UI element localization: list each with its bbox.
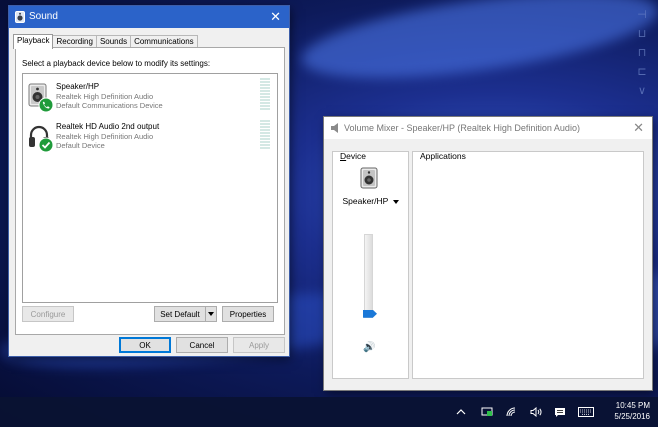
instruction-text: Select a playback device below to modify… — [22, 59, 211, 68]
device-driver: Realtek High Definition Audio — [56, 132, 154, 141]
device-selector-label: Speaker/HP — [342, 196, 389, 206]
device-status: Default Device — [56, 141, 105, 150]
network-icon[interactable] — [478, 397, 496, 427]
device-selector[interactable]: Speaker/HP — [333, 196, 408, 206]
applications-header: Applications — [420, 151, 466, 161]
sound-dialog: Sound ✕ Playback Recording Sounds Commun… — [9, 6, 289, 356]
volume-icon[interactable] — [527, 397, 545, 427]
device-name: Speaker/HP — [56, 82, 100, 91]
configure-button[interactable]: Configure — [22, 306, 74, 322]
wallpaper-decoration: ⊣ ⊔ ⊓ ⊏ ∨ — [637, 9, 647, 97]
level-meter — [260, 78, 270, 111]
device-header: Device — [340, 151, 366, 161]
speaker-icon — [28, 83, 54, 113]
device-driver: Realtek High Definition Audio — [56, 92, 154, 101]
device-status: Default Communications Device — [56, 101, 163, 110]
device-list[interactable]: Speaker/HP Realtek High Definition Audio… — [22, 73, 278, 303]
mixer-body: Device Speaker/HP 🔊 Applications — [332, 151, 644, 379]
chevron-down-icon — [392, 199, 399, 204]
speaker-device-icon[interactable] — [360, 167, 378, 189]
taskbar-clock[interactable]: 10:45 PM 5/25/2016 — [614, 400, 650, 422]
check-badge — [38, 137, 54, 153]
action-center-icon[interactable] — [551, 397, 569, 427]
wallpaper-light-streak — [296, 0, 658, 95]
volume-mixer-window: Volume Mixer - Speaker/HP (Realtek High … — [324, 117, 652, 390]
sound-title: Sound — [29, 11, 58, 22]
tab-recording[interactable]: Recording — [52, 35, 97, 47]
show-hidden-icons-chevron-icon[interactable] — [452, 397, 470, 427]
properties-button[interactable]: Properties — [222, 306, 274, 322]
list-item-speaker-hp[interactable]: Speaker/HP Realtek High Definition Audio… — [23, 78, 277, 115]
level-meter — [260, 120, 270, 150]
taskbar: 10:45 PM 5/25/2016 — [0, 397, 658, 427]
volume-slider-track[interactable] — [364, 234, 373, 318]
keyboard-icon[interactable] — [576, 397, 596, 427]
apply-button[interactable]: Apply — [233, 337, 285, 353]
close-button[interactable]: ✕ — [270, 9, 281, 25]
close-button[interactable]: ✕ — [633, 120, 644, 136]
wifi-icon[interactable] — [503, 397, 521, 427]
set-default-dropdown[interactable] — [205, 306, 217, 322]
device-column: Device Speaker/HP 🔊 — [332, 151, 409, 379]
cancel-button[interactable]: Cancel — [176, 337, 228, 353]
device-name: Realtek HD Audio 2nd output — [56, 122, 160, 131]
tab-strip: Playback Recording Sounds Communications — [13, 34, 198, 49]
clock-time: 10:45 PM — [615, 401, 650, 410]
phone-check-badge — [38, 97, 54, 113]
mute-speaker-icon[interactable]: 🔊 — [363, 342, 375, 353]
set-default-button[interactable]: Set Default — [154, 306, 206, 322]
mixer-title: Volume Mixer - Speaker/HP (Realtek High … — [344, 123, 580, 133]
tab-sounds[interactable]: Sounds — [95, 35, 132, 47]
sound-title-bar[interactable]: Sound ✕ — [9, 6, 289, 28]
ok-button[interactable]: OK — [119, 337, 171, 353]
playback-panel: Select a playback device below to modify… — [15, 47, 285, 335]
speaker-icon — [15, 11, 25, 23]
mixer-title-bar[interactable]: Volume Mixer - Speaker/HP (Realtek High … — [324, 117, 652, 139]
tab-communications[interactable]: Communications — [130, 35, 198, 47]
volume-slider-thumb[interactable] — [363, 309, 377, 318]
clock-date: 5/25/2016 — [614, 412, 650, 421]
speaker-icon — [331, 123, 338, 133]
chevron-down-icon — [208, 312, 214, 316]
headphones-icon — [29, 125, 54, 153]
applications-column: Applications — [412, 151, 644, 379]
list-item-realtek-hd-audio-2nd-output[interactable]: Realtek HD Audio 2nd output Realtek High… — [23, 119, 277, 155]
tab-playback[interactable]: Playback — [13, 34, 54, 49]
